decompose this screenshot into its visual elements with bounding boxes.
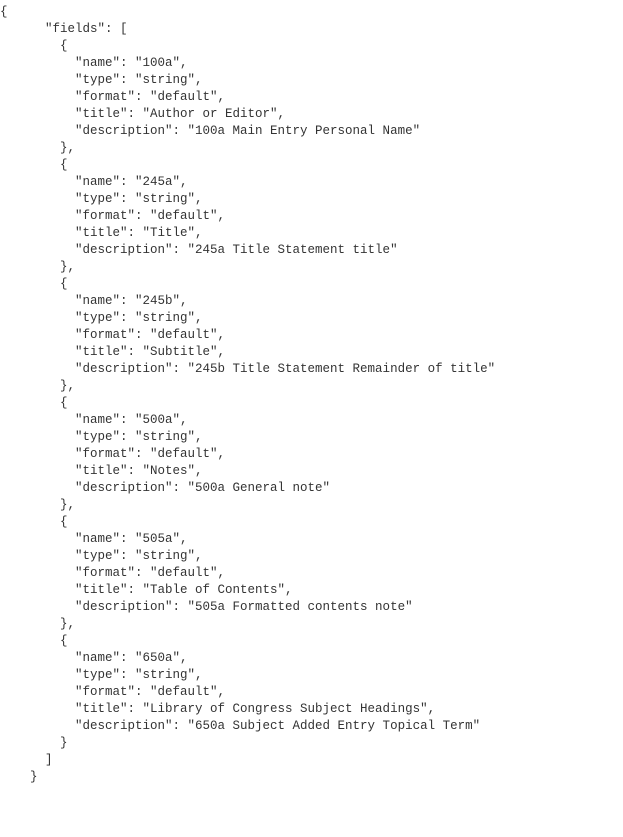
code-line: }, xyxy=(0,617,75,631)
code-line: "title": "Library of Congress Subject He… xyxy=(0,702,435,716)
code-line: "name": "650a", xyxy=(0,651,188,665)
code-line: "title": "Author or Editor", xyxy=(0,107,285,121)
code-line: "format": "default", xyxy=(0,209,225,223)
code-line: ] xyxy=(0,753,53,767)
code-line: }, xyxy=(0,498,75,512)
code-line: "format": "default", xyxy=(0,90,225,104)
code-line: "description": "505a Formatted contents … xyxy=(0,600,413,614)
code-line: { xyxy=(0,515,68,529)
code-line: }, xyxy=(0,141,75,155)
code-line: } xyxy=(0,770,38,784)
code-line: "name": "245b", xyxy=(0,294,188,308)
code-line: { xyxy=(0,277,68,291)
code-line: { xyxy=(0,396,68,410)
code-line: "format": "default", xyxy=(0,566,225,580)
code-line: { xyxy=(0,39,68,53)
code-line: } xyxy=(0,736,68,750)
code-line: "title": "Subtitle", xyxy=(0,345,225,359)
code-line: "name": "245a", xyxy=(0,175,188,189)
code-line: "title": "Notes", xyxy=(0,464,203,478)
code-line: "description": "245b Title Statement Rem… xyxy=(0,362,495,376)
code-line: }, xyxy=(0,260,75,274)
code-line: "format": "default", xyxy=(0,328,225,342)
code-line: "type": "string", xyxy=(0,311,203,325)
code-line: "name": "500a", xyxy=(0,413,188,427)
code-line: "description": "245a Title Statement tit… xyxy=(0,243,398,257)
code-line: "type": "string", xyxy=(0,192,203,206)
code-line: "title": "Title", xyxy=(0,226,203,240)
code-line: "type": "string", xyxy=(0,668,203,682)
json-code-block: { "fields": [ { "name": "100a", "type": … xyxy=(0,0,623,806)
code-line: "type": "string", xyxy=(0,73,203,87)
code-line: "type": "string", xyxy=(0,549,203,563)
code-line: "description": "100a Main Entry Personal… xyxy=(0,124,420,138)
code-line: "name": "100a", xyxy=(0,56,188,70)
code-line: "description": "500a General note" xyxy=(0,481,330,495)
code-line: "type": "string", xyxy=(0,430,203,444)
code-line: { xyxy=(0,158,68,172)
code-line: "format": "default", xyxy=(0,685,225,699)
code-line: { xyxy=(0,5,8,19)
code-line: "format": "default", xyxy=(0,447,225,461)
code-line: }, xyxy=(0,379,75,393)
code-line: "title": "Table of Contents", xyxy=(0,583,293,597)
code-line: { xyxy=(0,634,68,648)
code-line: "description": "650a Subject Added Entry… xyxy=(0,719,480,733)
code-line: "name": "505a", xyxy=(0,532,188,546)
code-line: "fields": [ xyxy=(0,22,128,36)
